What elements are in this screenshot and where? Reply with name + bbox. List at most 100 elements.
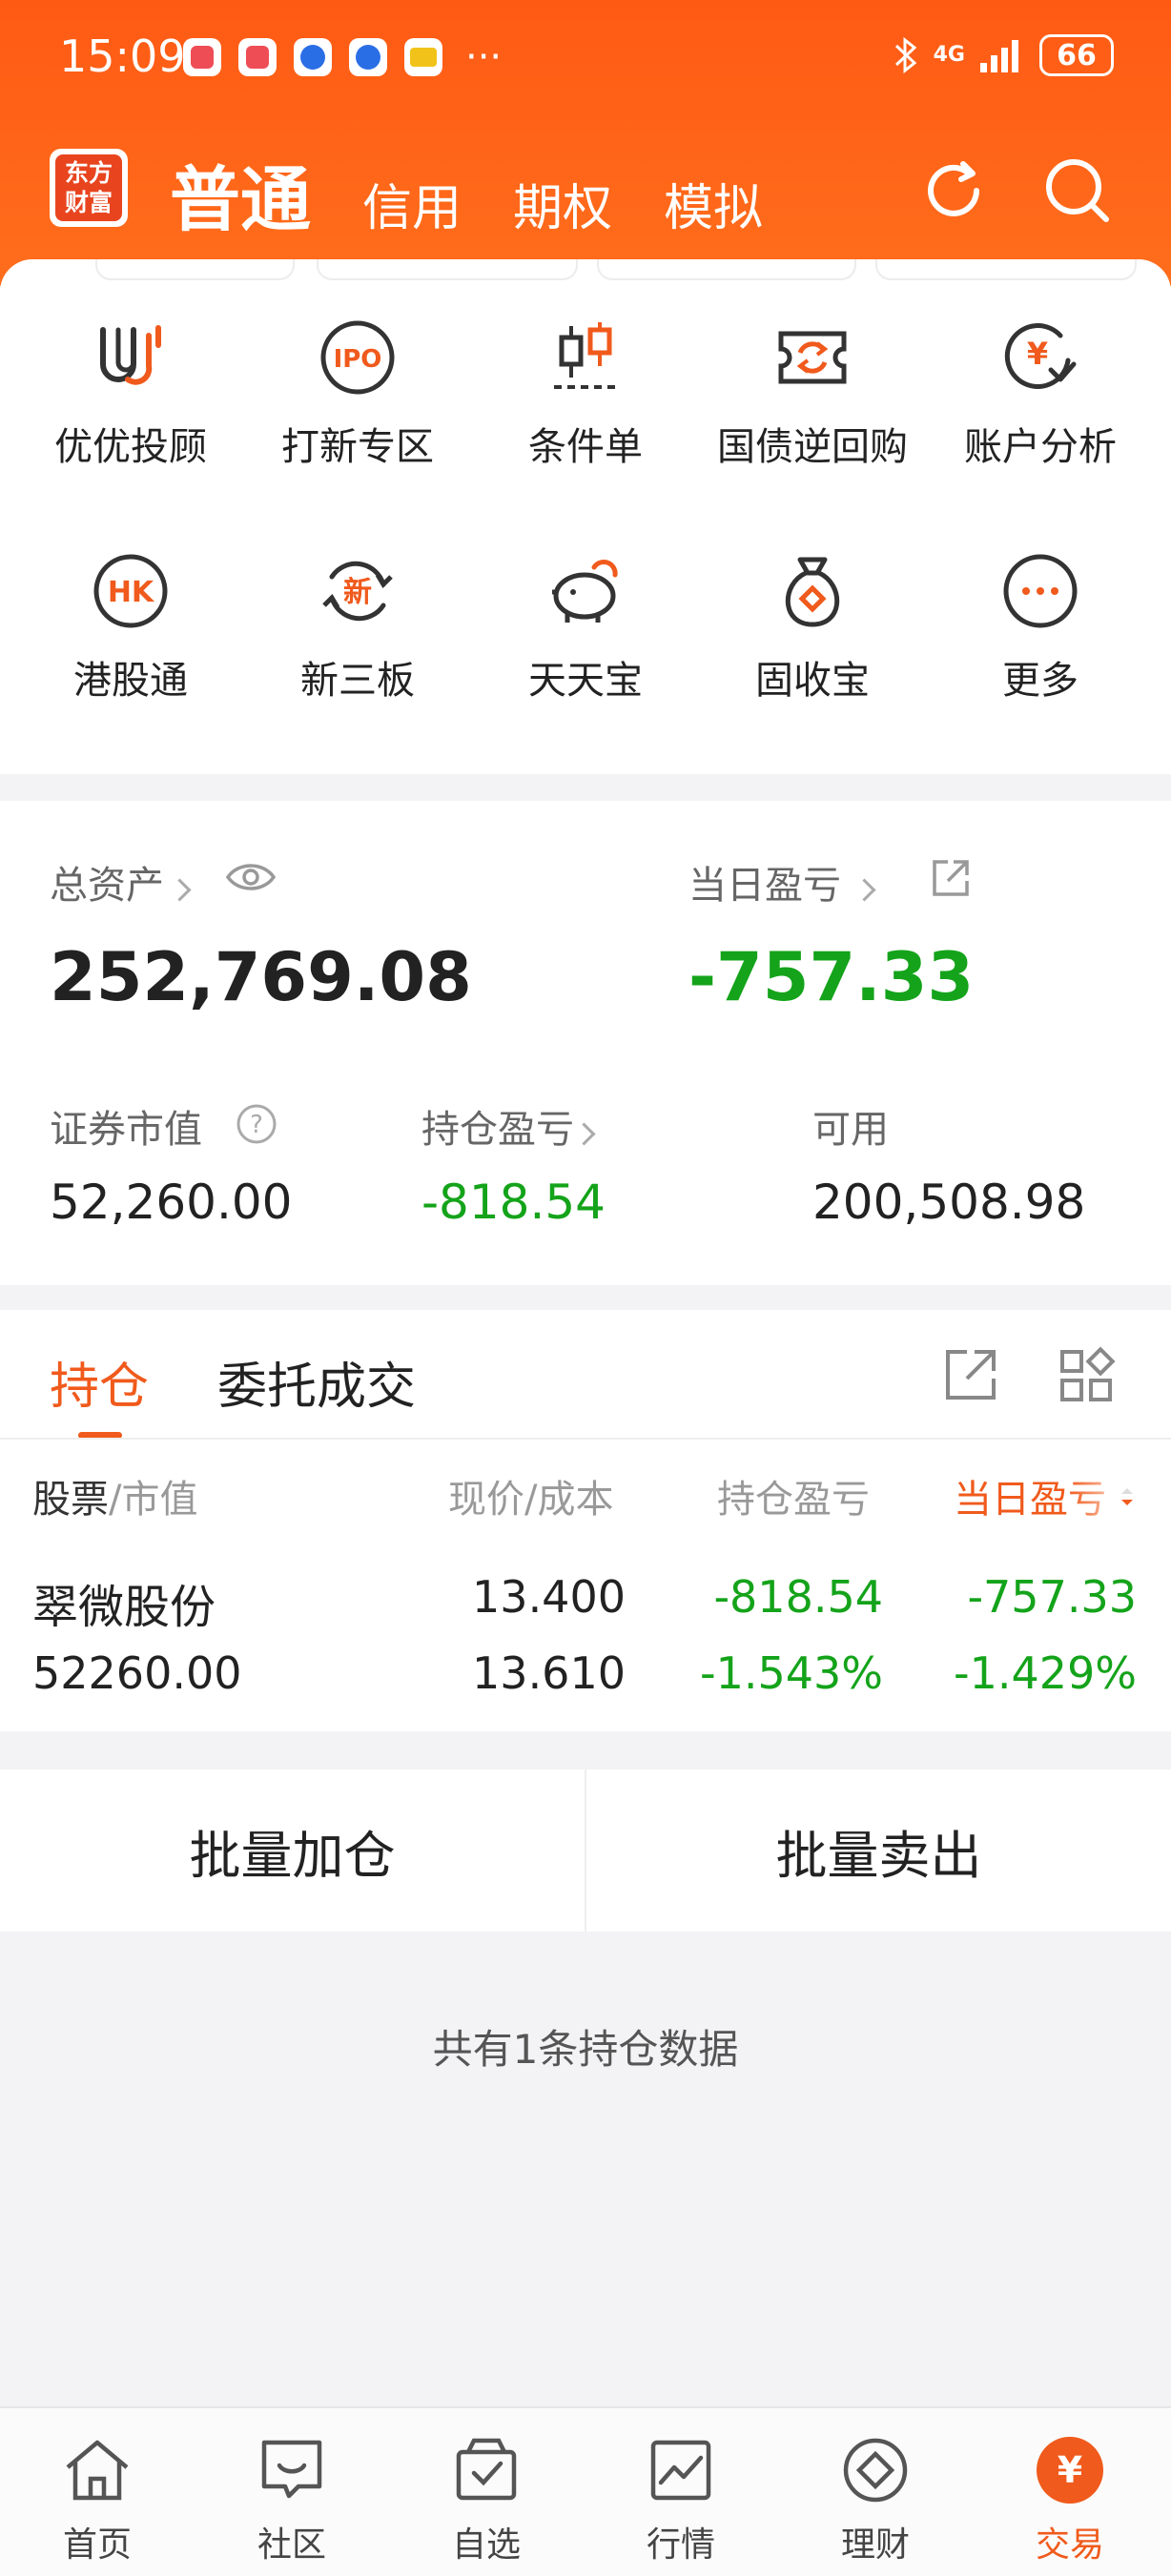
bluetooth-icon	[894, 36, 916, 74]
grid-item-hk-connect[interactable]: HK 港股通	[16, 550, 245, 705]
svg-text:?: ?	[250, 1111, 263, 1139]
search-icon[interactable]	[1039, 153, 1116, 229]
status-time: 15:09	[59, 31, 186, 82]
account-analysis-icon: ¥	[1004, 323, 1077, 390]
stock-name: 翠微股份	[32, 1581, 216, 1634]
tab-holdings[interactable]: 持仓	[50, 1346, 149, 1418]
daily-pl-link[interactable]: 当日盈亏	[688, 854, 876, 910]
batch-add-button[interactable]: 批量加仓	[0, 1769, 585, 1932]
uu-advisor-icon	[100, 325, 161, 385]
grid-item-tiantianbao[interactable]: 天天宝	[471, 550, 700, 705]
wealth-icon	[843, 2438, 908, 2503]
daily-pl-value: -757.33	[688, 938, 975, 1016]
trade-icon: ¥	[1037, 2437, 1103, 2504]
svg-text:IPO: IPO	[334, 345, 382, 374]
nav-watchlist[interactable]: 自选	[389, 2433, 584, 2566]
svg-text:HK: HK	[108, 576, 155, 609]
available-value: 200,508.98	[812, 1175, 1086, 1230]
cost-price: 13.610	[472, 1647, 626, 1699]
hk-icon: HK	[93, 554, 168, 628]
account-type-tabs: 普通 信用 期权 模拟	[170, 143, 763, 245]
grid-item-more[interactable]: 更多	[926, 550, 1155, 705]
asset-summary: 总资产 252,769.08 当日盈亏 -757.33 证券市值 ? 52,26…	[0, 801, 1171, 1285]
status-bar: 15:09 ··· 4G 66	[0, 0, 1171, 114]
nav-market[interactable]: 行情	[584, 2433, 778, 2566]
positions-panel: 持仓 委托成交 股票/市值 现价/成本 持仓盈亏 当日盈亏 翠微股份 52260…	[0, 1310, 1171, 1731]
grid-item-conditional-order[interactable]: 条件单	[471, 317, 700, 471]
candlestick-icon	[554, 322, 617, 389]
holding-pl-value: -818.54	[421, 1175, 606, 1230]
scroll-hint	[95, 259, 295, 280]
col-holding-pl[interactable]: 持仓盈亏	[717, 1468, 870, 1523]
layout-grid-icon[interactable]	[1057, 1346, 1116, 1405]
svg-text:¥: ¥	[1058, 2449, 1082, 2491]
share-icon[interactable]	[929, 856, 973, 900]
eye-icon[interactable]	[225, 858, 277, 896]
securities-value: 52,260.00	[50, 1175, 293, 1230]
tab-simulation[interactable]: 模拟	[664, 168, 763, 245]
current-price: 13.400	[472, 1571, 626, 1623]
svg-text:¥: ¥	[1027, 336, 1048, 372]
grid-item-gushoubao[interactable]: 固收宝	[698, 550, 927, 705]
grid-item-uu-advisor[interactable]: 优优投顾	[16, 317, 245, 471]
ipo-icon: IPO	[320, 320, 395, 395]
tab-options[interactable]: 期权	[513, 168, 612, 245]
grid-item-bond-repo[interactable]: 国债逆回购	[698, 317, 927, 471]
bond-repo-icon	[778, 331, 847, 384]
holding-pl: -818.54	[713, 1571, 883, 1623]
securities-value-label: 证券市值	[50, 1108, 202, 1152]
svg-text:新: 新	[343, 576, 372, 609]
chevron-right-icon	[168, 878, 192, 902]
total-assets-link[interactable]: 总资产	[50, 854, 192, 910]
more-icon	[1003, 554, 1078, 628]
more-notifications-icon: ···	[465, 35, 503, 79]
app-notification-icon	[183, 38, 221, 76]
grid-item-ipo[interactable]: IPO 打新专区	[243, 317, 472, 471]
nav-home[interactable]: 首页	[0, 2433, 195, 2566]
col-stock: 股票/市值	[32, 1478, 198, 1522]
tab-normal[interactable]: 普通	[170, 143, 311, 245]
holdings-count: 共有1条持仓数据	[432, 2026, 739, 2073]
watchlist-icon	[456, 2438, 517, 2501]
network-type: 4G	[933, 43, 965, 67]
nav-wealth[interactable]: 理财	[778, 2433, 973, 2566]
help-icon[interactable]: ?	[235, 1102, 278, 1146]
signal-icon	[980, 40, 1018, 72]
col-price[interactable]: 现价/成本	[448, 1468, 613, 1523]
new-third-board-icon: 新	[322, 561, 393, 622]
battery-indicator: 66	[1039, 34, 1114, 76]
holding-pl-link[interactable]: 持仓盈亏	[421, 1098, 596, 1154]
mail-notification-icon	[404, 38, 442, 76]
holding-pl-pct: -1.543%	[700, 1647, 883, 1699]
chevron-right-icon	[853, 878, 876, 902]
scroll-hint	[317, 259, 578, 280]
grid-item-account-analysis[interactable]: ¥ 账户分析	[926, 317, 1155, 471]
tab-credit[interactable]: 信用	[362, 168, 462, 245]
browser-notification-icon	[349, 38, 387, 76]
batch-sell-button[interactable]: 批量卖出	[586, 1769, 1171, 1932]
money-bag-icon	[785, 557, 840, 627]
header: 15:09 ··· 4G 66 东方 财富 普通 信用 期权 模拟	[0, 0, 1171, 286]
market-value: 52260.00	[32, 1647, 242, 1699]
home-icon	[66, 2440, 129, 2501]
feature-grid: 优优投顾 IPO 打新专区 条件单 国债逆回购 ¥ 账户分析 HK 港股通 新 …	[0, 259, 1171, 774]
chevron-right-icon	[572, 1122, 596, 1146]
grid-item-new-third-board[interactable]: 新 新三板	[243, 550, 472, 705]
scroll-hint	[597, 259, 856, 280]
sort-arrows-icon[interactable]	[1118, 1485, 1137, 1508]
nav-trade[interactable]: ¥ 交易	[973, 2433, 1167, 2566]
community-icon	[261, 2440, 322, 2499]
total-assets-value: 252,769.08	[50, 938, 472, 1016]
market-icon	[650, 2440, 711, 2501]
available-label: 可用	[812, 1108, 889, 1152]
bottom-nav: 首页 社区 自选 行情 理财 ¥ 交易	[0, 2406, 1171, 2576]
daily-pl-pct: -1.429%	[954, 1647, 1137, 1699]
scroll-hint	[875, 259, 1137, 280]
refresh-icon[interactable]	[915, 153, 992, 229]
nav-community[interactable]: 社区	[195, 2433, 389, 2566]
daily-pl: -757.33	[967, 1571, 1137, 1623]
external-link-icon[interactable]	[942, 1346, 999, 1403]
eastmoney-logo: 东方 财富	[50, 149, 128, 227]
notification-icons: ···	[183, 38, 502, 76]
tab-orders[interactable]: 委托成交	[217, 1346, 416, 1418]
